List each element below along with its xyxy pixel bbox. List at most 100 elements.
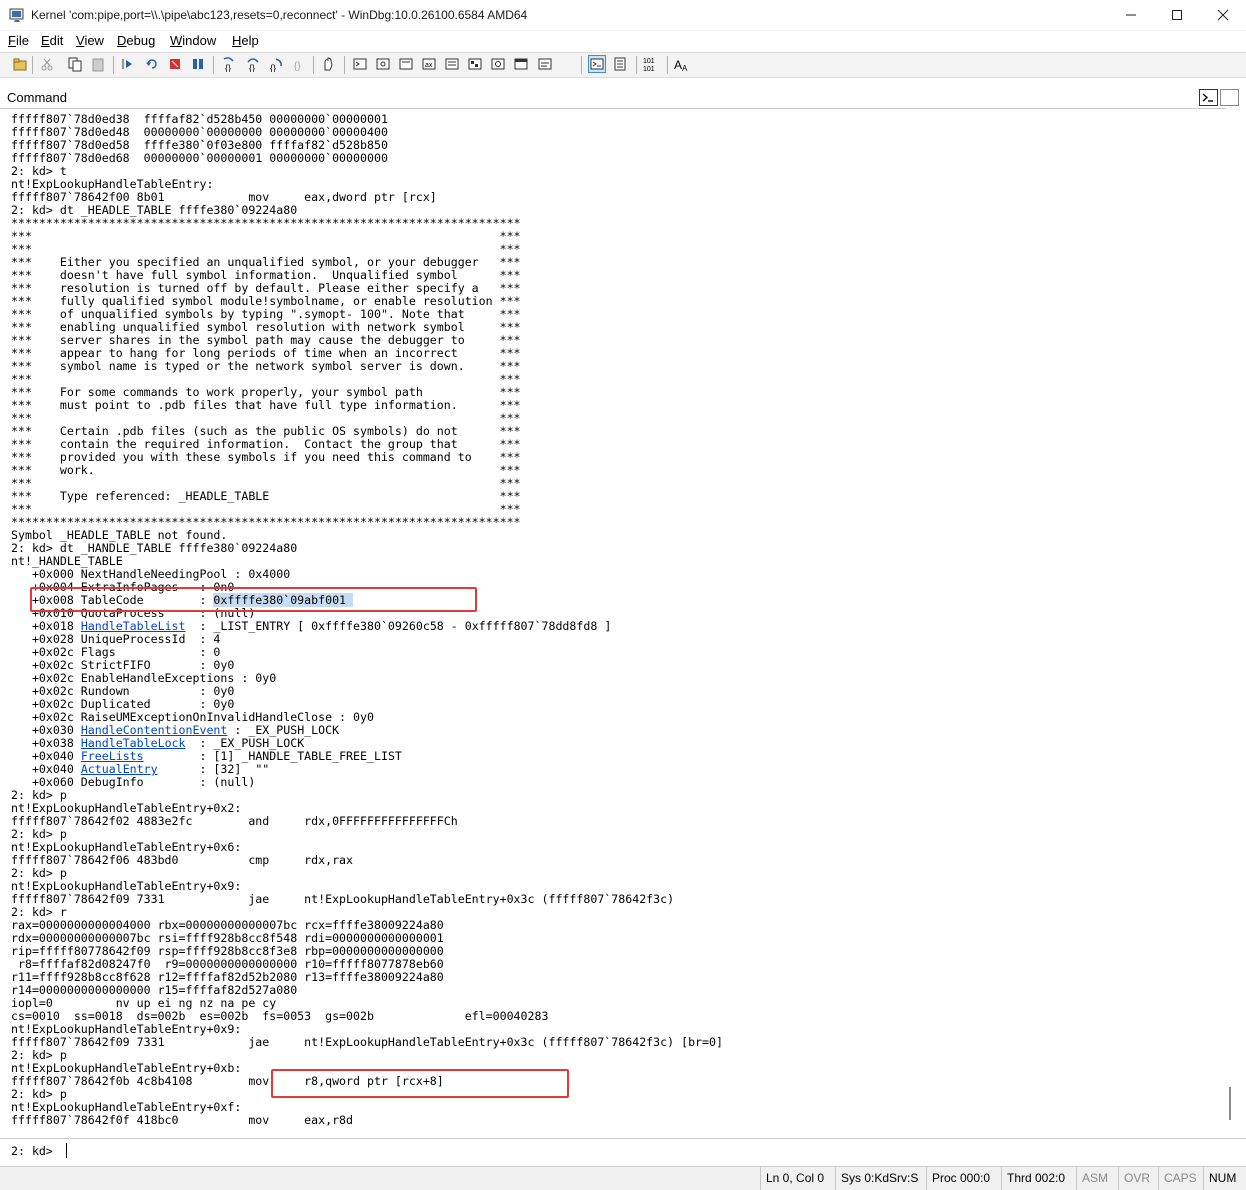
status-caps: CAPS <box>1158 1167 1200 1190</box>
status-thrd: Thrd 002:0 <box>1001 1167 1073 1190</box>
svg-text:A: A <box>682 64 688 72</box>
window-title: Kernel 'com:pipe,port=\\.\pipe\abc123,re… <box>31 8 528 22</box>
menu-bar: File Edit View Debug Window Help <box>0 31 1246 51</box>
scrollbar-thumb[interactable] <box>1229 1087 1231 1120</box>
stop-debugging-icon[interactable] <box>167 56 183 72</box>
step-into-icon[interactable]: {} <box>221 56 237 73</box>
disassembly-icon[interactable] <box>490 56 506 72</box>
svg-text:{}: {} <box>249 63 255 72</box>
open-icon[interactable] <box>12 56 28 72</box>
minimize-button[interactable] <box>1108 0 1154 30</box>
output-text: +0x040 <box>11 762 81 776</box>
registers-icon[interactable]: ax <box>421 56 437 72</box>
status-sys: Sys 0:KdSrv:S <box>835 1167 927 1190</box>
panel-options-icon[interactable] <box>1220 89 1239 106</box>
output-line: fffff807`78642f09 7331 jae nt!ExpLookupH… <box>11 892 675 906</box>
menu-debug[interactable]: Debug <box>117 33 155 48</box>
toolbar-separator <box>32 56 33 74</box>
output-line: fffff807`78642f0f 418bc0 mov eax,r8d <box>11 1113 354 1127</box>
command-prompt: 2: kd> <box>11 1144 53 1158</box>
status-proc: Proc 000:0 <box>926 1167 999 1190</box>
svg-text:{}: {} <box>270 63 276 72</box>
binary-icon[interactable] <box>612 56 628 72</box>
toolbar: {} {} {} {} ax 101 101 A A <box>0 52 1246 78</box>
output-text: : [1] _HANDLE_TABLE_FREE_LIST <box>143 749 402 763</box>
output-line: fffff807`78d0ed68 00000000`00000001 0000… <box>11 151 388 165</box>
step-out-icon[interactable]: {} <box>268 56 284 73</box>
output-text: +0x038 <box>11 736 81 750</box>
processes-icon[interactable] <box>537 56 553 72</box>
menu-help[interactable]: Help <box>232 33 259 48</box>
call-stack-icon[interactable] <box>467 56 483 72</box>
command-icon[interactable] <box>352 56 368 72</box>
command-output[interactable]: fffff807`78d0ed38 ffffaf82`d528b450 0000… <box>0 108 1226 1136</box>
svg-text:{}: {} <box>225 63 231 72</box>
dml-link[interactable]: HandleContentionEvent <box>81 723 228 737</box>
status-ovr: OVR <box>1118 1167 1156 1190</box>
toolbar-separator <box>581 56 582 74</box>
maximize-button[interactable] <box>1154 0 1200 30</box>
output-text: : _LIST_ENTRY [ 0xffffe380`09260c58 - 0x… <box>185 619 612 633</box>
close-icon <box>1217 9 1229 21</box>
dml-link[interactable]: HandleTableLock <box>81 736 186 750</box>
scratch-pad-icon[interactable] <box>513 56 529 72</box>
go-icon[interactable] <box>120 56 136 72</box>
svg-text:101: 101 <box>643 58 655 65</box>
close-button[interactable] <box>1200 0 1246 30</box>
toolbar-separator <box>667 56 668 74</box>
menu-file[interactable]: File <box>8 33 29 48</box>
output-text: +0x040 <box>11 749 81 763</box>
svg-text:ax: ax <box>425 62 433 69</box>
command-window-icon[interactable] <box>1199 89 1218 106</box>
dml-link[interactable]: HandleTableList <box>81 619 186 633</box>
status-asm: ASM <box>1076 1167 1116 1190</box>
command-panel-title: Command <box>7 90 67 105</box>
output-text: : _EX_PUSH_LOCK <box>185 736 305 750</box>
locals-icon[interactable] <box>398 56 414 72</box>
menu-view[interactable]: View <box>76 33 104 48</box>
maximize-icon <box>1172 10 1182 20</box>
svg-text:101: 101 <box>643 66 655 72</box>
command-input[interactable] <box>64 1142 1234 1160</box>
windbg-app-icon <box>9 8 24 22</box>
output-line: fffff807`78642f02 4883e2fc and rdx,0FFFF… <box>11 814 458 828</box>
watch-icon[interactable] <box>375 56 391 72</box>
paste-icon[interactable] <box>90 56 106 72</box>
output-line: fffff807`78642f09 7331 jae nt!ExpLookupH… <box>11 1035 723 1049</box>
menu-edit[interactable]: Edit <box>41 33 63 48</box>
run-to-cursor-icon[interactable]: {} <box>291 56 307 72</box>
options-icon[interactable]: AA <box>674 56 690 73</box>
annotation-box-tablecode <box>30 587 477 612</box>
svg-text:{}: {} <box>294 61 301 72</box>
toolbar-separator <box>636 56 637 74</box>
restart-icon[interactable] <box>144 56 160 72</box>
status-num: NUM <box>1203 1167 1246 1190</box>
toolbar-separator <box>344 56 345 74</box>
source-mode-icon[interactable] <box>320 56 336 72</box>
toolbar-separator <box>113 56 114 74</box>
output-text: : _EX_PUSH_LOCK <box>227 723 340 737</box>
dml-link[interactable]: ActualEntry <box>81 762 158 776</box>
cut-icon[interactable] <box>39 56 55 72</box>
text-caret <box>66 1143 67 1158</box>
status-bar: Ln 0, Col 0 Sys 0:KdSrv:S Proc 000:0 Thr… <box>0 1166 1246 1190</box>
memory-icon[interactable] <box>444 56 460 72</box>
title-bar: Kernel 'com:pipe,port=\\.\pipe\abc123,re… <box>0 0 1246 31</box>
annotation-box-mov-r8 <box>271 1069 569 1098</box>
svg-text:A: A <box>674 58 682 72</box>
toolbar-separator <box>213 56 214 74</box>
output-text: : [32] "" <box>157 762 270 776</box>
command-input-row: 2: kd> <box>0 1138 1246 1163</box>
menu-window[interactable]: Window <box>170 33 216 48</box>
break-icon[interactable] <box>190 56 206 72</box>
font-icon[interactable]: 101 101 <box>643 56 659 73</box>
vertical-scrollbar[interactable] <box>1227 108 1246 1135</box>
source-mode-on-icon[interactable] <box>588 55 606 73</box>
command-panel-header: Command <box>0 87 1246 107</box>
output-text: +0x018 <box>11 619 81 633</box>
minimize-icon <box>1126 14 1136 16</box>
copy-icon[interactable] <box>67 56 83 72</box>
status-position: Ln 0, Col 0 <box>760 1167 835 1190</box>
step-over-icon[interactable]: {} <box>245 56 261 73</box>
dml-link[interactable]: FreeLists <box>81 749 144 763</box>
